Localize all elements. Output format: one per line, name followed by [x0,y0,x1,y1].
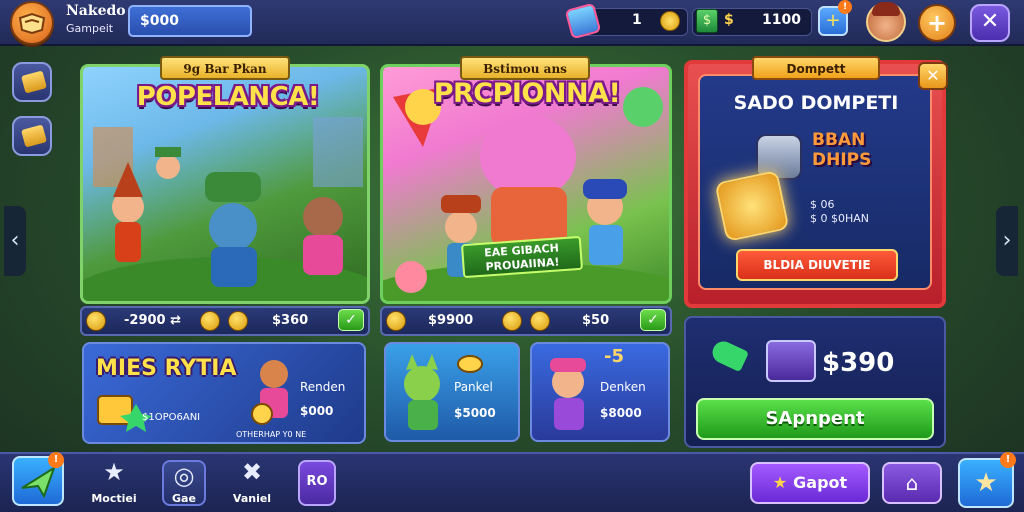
panel-2-price-left: $9900 [428,313,474,328]
game-logo-icon[interactable] [10,1,54,45]
featured-cta-button[interactable]: BLDIA DIUVETIE [736,249,898,281]
player-name: Nakedo [66,3,126,19]
card-icon [21,124,47,148]
coin-icon [200,311,220,331]
gold-coin-icon [660,11,680,31]
chest-buy-button[interactable]: SApnpent [696,398,934,440]
denken-price: $8000 [600,406,642,420]
coin-icon [530,311,550,331]
scroll-right-arrow-icon[interactable]: › [996,206,1018,276]
player-subtitle: Gampeit [66,22,114,35]
panel-1-price-right: $360 [272,313,309,328]
featured-stat-2: $ 0 $0HAN [810,212,870,225]
chest-icon [766,340,816,382]
featured-offer-subtitle: BBAN DHIPS [812,130,872,170]
nav-item-moctiei-label[interactable]: Moctiei [82,492,146,505]
pankel-character-art [404,354,483,430]
denken-label: Denken [600,380,646,394]
featured-stat-1: $ 06 [810,198,835,211]
star-icon: ★ [772,473,788,492]
notification-badge: ! [838,0,852,14]
coin-icon [86,311,106,331]
panel-2-ribbon: Bstimou ans [460,56,590,80]
coin-icon [386,311,406,331]
featured-offer-ribbon: Dompett [752,56,880,80]
star-icon[interactable]: ★ [96,458,132,486]
panel-1-price-left: -2900 ⇄ [124,313,181,328]
panel-2-headline: PRCPIONNA! [433,78,621,109]
pankel-label: Pankel [454,380,493,394]
panel-2-price-strip [380,306,672,336]
featured-close-button[interactable]: ✕ [918,62,948,90]
bottom-nav-bar [0,452,1024,512]
crossed-swords-icon[interactable]: ✖ [232,458,272,486]
denken-badge: -5 [604,346,624,367]
cash-icon: $ [696,9,718,33]
bundle-card-1-title: MIES RYTIA [96,356,237,381]
coin-icon [228,311,248,331]
nav-favorites-badge: ! [1000,452,1016,468]
pankel-price: $5000 [454,406,496,420]
bundle-card-1-footer: OTHERHAP Y0 NE [236,430,307,439]
bundle-card-1-label: Renden [300,380,346,394]
avatar-hat-icon [872,2,900,16]
hat-icon: ⌂ [905,471,919,495]
bundle-card-1-note: $1OPO6ANI [142,412,201,423]
panel-1-headline: POPELANCA! [136,82,320,112]
close-button[interactable]: ✕ [970,4,1010,42]
side-card-button[interactable] [12,116,52,156]
gem-count: 1 [632,12,642,28]
cash-symbol: $ [724,12,734,28]
panel-1-check-button[interactable]: ✓ [338,309,364,331]
nav-cancel-label: Gapot [793,473,848,492]
coin-balance-value: $000 [140,13,179,29]
panel-2-check-button[interactable]: ✓ [640,309,666,331]
nav-item-gae-label[interactable]: Gae [160,492,208,505]
featured-offer-title: SADO DOMPETI [733,92,899,114]
panel-2-price-right: $50 [582,313,610,328]
nav-home-badge: ! [48,452,64,468]
chest-offer-price: $390 [822,348,895,378]
nav-hat-button[interactable]: ⌂ [882,462,942,504]
panel-1-ribbon: 9g Bar Pkan [160,56,290,80]
denken-character-art [550,358,586,430]
scroll-left-arrow-icon[interactable]: ‹ [4,206,26,276]
shield-icon [21,70,47,94]
nav-quest-button[interactable]: RO [298,460,336,506]
bundle-card-1-price: $000 [300,404,334,418]
plus-button[interactable]: + [918,4,956,42]
side-shield-button[interactable] [12,62,52,102]
coin-icon [502,311,522,331]
target-icon: ◎ [173,462,195,490]
character-card-pankel[interactable] [384,342,520,442]
star-icon: ★ [974,468,998,498]
nav-item-vaniel-label[interactable]: Vaniel [222,492,282,505]
coin-balance-pill[interactable]: $000 [128,5,252,37]
nav-cancel-button[interactable]: ★ Gapot [750,462,870,504]
cash-amount: 1100 [762,12,801,28]
